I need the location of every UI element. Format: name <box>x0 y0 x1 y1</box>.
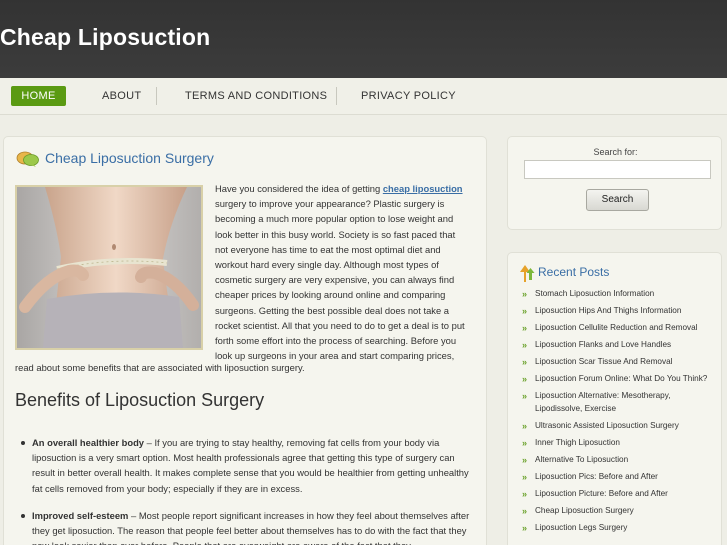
raquo-icon: » <box>522 323 528 333</box>
recent-post-label: Liposuction Picture: Before and After <box>535 489 668 499</box>
nav-divider <box>336 87 337 105</box>
benefits-list: An overall healthier body – If you are t… <box>21 435 473 545</box>
intro-line: cheaper prices by looking around online … <box>215 289 446 301</box>
search-input[interactable] <box>524 160 711 179</box>
search-widget: Search for: Search <box>507 136 722 230</box>
recent-post-link[interactable]: » Liposuction Scar Tissue And Removal <box>522 355 714 368</box>
recent-post-label: Liposuction Legs Surgery <box>535 523 628 533</box>
recent-post-link[interactable]: » Liposuction Hips And Thighs Information <box>522 304 714 317</box>
recent-post-label: Liposuction Alternative: Mesotherapy, Li… <box>535 391 671 414</box>
recent-post-link[interactable]: » Liposuction Cellulite Reduction and Rem… <box>522 321 714 334</box>
raquo-icon: » <box>522 340 528 350</box>
recent-post-label: Cheap Liposuction Surgery <box>535 506 634 516</box>
waist-measure-photo <box>17 187 201 348</box>
nav-privacy[interactable]: PRIVACY POLICY <box>361 86 456 106</box>
recent-post-label: Liposuction Cellulite Reduction and Remo… <box>535 323 698 332</box>
recent-post-label: Liposuction Forum Online: What Do You Th… <box>535 374 708 383</box>
raquo-icon: » <box>522 506 528 517</box>
recent-post-link[interactable]: » Liposuction Legs Surgery <box>522 521 714 534</box>
recent-post-label: Liposuction Scar Tissue And Removal <box>535 357 673 366</box>
raquo-icon: » <box>522 357 528 367</box>
recent-post-link[interactable]: » Liposuction Pics: Before and After <box>522 470 714 483</box>
intro-line: surgery to improve your appearance? Plas… <box>215 198 445 210</box>
site-header: Cheap Liposuction <box>0 0 727 78</box>
recent-post-label: Inner Thigh Liposuction <box>535 438 620 448</box>
post-title[interactable]: Cheap Liposuction Surgery <box>45 150 214 166</box>
raquo-icon: » <box>522 289 528 299</box>
intro-line: forth some effort into the process of se… <box>215 335 457 347</box>
intro-last-line: read about some benefits that are associ… <box>15 362 305 373</box>
intro-line: not everyone has time to eat the most op… <box>215 243 441 255</box>
main-nav: HOME ABOUT TERMS AND CONDITIONS PRIVACY … <box>0 78 727 115</box>
list-item: An overall healthier body – If you are t… <box>21 435 473 496</box>
post-image <box>15 185 203 350</box>
post-container: Cheap Liposuction Surgery Have you consi… <box>3 136 487 545</box>
recent-post-label: Alternative To Liposuction <box>535 455 629 465</box>
recent-post-link[interactable]: » Inner Thigh Liposuction <box>522 436 714 449</box>
recent-post-link[interactable]: » Liposuction Flanks and Love Handles <box>522 338 714 351</box>
recent-post-link[interactable]: » Liposuction Forum Online: What Do You T… <box>522 372 714 385</box>
nav-divider <box>156 87 157 105</box>
recent-arrows-icon <box>520 265 535 282</box>
intro-line: look better in this busy world. Society … <box>215 228 456 240</box>
nav-terms[interactable]: TERMS AND CONDITIONS <box>185 86 327 106</box>
cheap-liposuction-link[interactable]: cheap liposuction <box>383 183 463 194</box>
site-title[interactable]: Cheap Liposuction <box>0 24 210 51</box>
recent-posts-title: Recent Posts <box>538 265 610 279</box>
intro-line: rocket scientist. All that you need to d… <box>215 319 465 331</box>
recent-post-label: Liposuction Pics: Before and After <box>535 472 658 482</box>
recent-post-link[interactable]: » Ultrasonic Assisted Liposuction Surgery <box>522 419 714 432</box>
nav-home[interactable]: HOME <box>11 86 66 106</box>
recent-post-label: Liposuction Hips And Thighs Information <box>535 306 682 315</box>
intro-line: cosmetic surgery are very expensive, you… <box>215 274 455 286</box>
recent-posts-widget: Recent Posts » Stomach Liposuction Inform… <box>507 252 722 545</box>
intro-line: Have you considered the idea of getting … <box>215 183 463 194</box>
raquo-icon: » <box>522 421 528 432</box>
benefits-heading: Benefits of Liposuction Surgery <box>15 390 265 410</box>
intro-line: becoming a much more popular option to l… <box>215 213 454 225</box>
raquo-icon: » <box>522 489 528 500</box>
list-item: Improved self-esteem – Most people repor… <box>21 508 473 545</box>
recent-post-label: Stomach Liposuction Information <box>535 289 655 298</box>
benefit-title: An overall healthier body <box>32 437 145 448</box>
recent-post-link[interactable]: » Alternative To Liposuction <box>522 453 714 466</box>
raquo-icon: » <box>522 455 528 466</box>
post-intro: Have you considered the idea of getting … <box>215 181 477 363</box>
recent-post-label: Liposuction Flanks and Love Handles <box>535 340 672 349</box>
raquo-icon: » <box>522 391 528 401</box>
intro-line: workout hard every single day. Although … <box>215 259 439 271</box>
raquo-icon: » <box>522 438 528 449</box>
recent-post-label: Ultrasonic Assisted Liposuction Surgery <box>535 421 679 431</box>
benefit-title: Improved self-esteem <box>32 509 129 521</box>
nav-about[interactable]: ABOUT <box>102 86 141 106</box>
intro-line: surgeons. Getting the best possible deal… <box>215 304 450 316</box>
recent-post-link[interactable]: » Liposuction Alternative: Mesotherapy, L… <box>522 389 714 416</box>
search-label: Search for: <box>593 147 638 157</box>
raquo-icon: » <box>522 472 528 483</box>
search-button[interactable]: Search <box>586 189 649 211</box>
raquo-icon: » <box>522 374 528 384</box>
recent-posts-list: » Stomach Liposuction Information » Liposu… <box>522 287 714 538</box>
raquo-icon: » <box>522 523 528 534</box>
raquo-icon: » <box>522 306 528 316</box>
speech-bubble-icon <box>16 151 39 167</box>
recent-post-link[interactable]: » Liposuction Picture: Before and After <box>522 487 714 500</box>
recent-post-link[interactable]: » Stomach Liposuction Information <box>522 287 714 300</box>
recent-post-link[interactable]: » Cheap Liposuction Surgery <box>522 504 714 517</box>
